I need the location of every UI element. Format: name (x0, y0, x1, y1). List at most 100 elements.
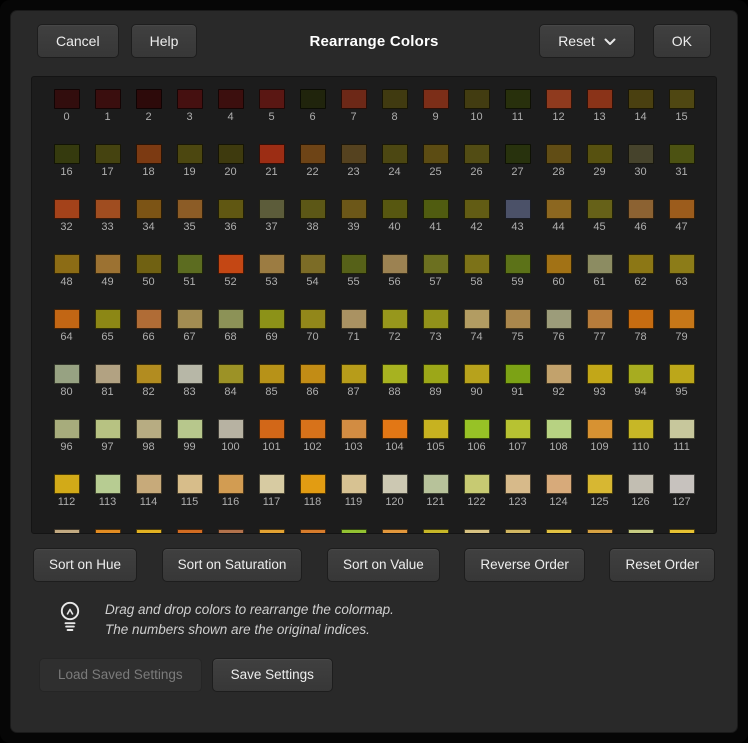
color-swatch[interactable] (341, 309, 367, 329)
color-swatch[interactable] (259, 529, 285, 534)
color-swatch[interactable] (341, 89, 367, 109)
color-swatch[interactable] (546, 419, 572, 439)
color-swatch[interactable] (464, 199, 490, 219)
color-swatch[interactable] (259, 89, 285, 109)
color-swatch[interactable] (341, 474, 367, 494)
color-swatch[interactable] (300, 419, 326, 439)
color-swatch[interactable] (300, 254, 326, 274)
color-swatch[interactable] (628, 364, 654, 384)
color-swatch[interactable] (95, 419, 121, 439)
color-swatch[interactable] (423, 199, 449, 219)
color-swatch[interactable] (341, 199, 367, 219)
color-swatch[interactable] (505, 254, 531, 274)
color-swatch[interactable] (382, 529, 408, 534)
color-swatch[interactable] (628, 89, 654, 109)
color-swatch[interactable] (136, 529, 162, 534)
color-swatch[interactable] (505, 144, 531, 164)
color-swatch[interactable] (341, 364, 367, 384)
color-swatch[interactable] (628, 474, 654, 494)
color-swatch[interactable] (341, 419, 367, 439)
color-swatch[interactable] (423, 474, 449, 494)
color-swatch[interactable] (423, 254, 449, 274)
color-swatch[interactable] (95, 199, 121, 219)
color-swatch[interactable] (546, 529, 572, 534)
color-swatch[interactable] (669, 474, 695, 494)
color-swatch[interactable] (54, 364, 80, 384)
cancel-button[interactable]: Cancel (37, 24, 119, 58)
color-swatch[interactable] (136, 144, 162, 164)
color-swatch[interactable] (464, 529, 490, 534)
colormap-panel[interactable]: 0123456789101112131415161718192021222324… (31, 76, 717, 534)
sort-on-hue-button[interactable]: Sort on Hue (33, 548, 137, 582)
reverse-order-button[interactable]: Reverse Order (464, 548, 585, 582)
color-swatch[interactable] (464, 474, 490, 494)
color-swatch[interactable] (587, 144, 613, 164)
color-swatch[interactable] (54, 199, 80, 219)
color-swatch[interactable] (136, 254, 162, 274)
color-swatch[interactable] (423, 144, 449, 164)
color-swatch[interactable] (177, 144, 203, 164)
color-swatch[interactable] (505, 309, 531, 329)
color-swatch[interactable] (423, 529, 449, 534)
color-swatch[interactable] (95, 529, 121, 534)
color-swatch[interactable] (218, 419, 244, 439)
color-swatch[interactable] (628, 309, 654, 329)
color-swatch[interactable] (300, 364, 326, 384)
color-swatch[interactable] (628, 199, 654, 219)
color-swatch[interactable] (177, 199, 203, 219)
save-settings-button[interactable]: Save Settings (212, 658, 333, 692)
color-swatch[interactable] (669, 254, 695, 274)
color-swatch[interactable] (505, 529, 531, 534)
color-swatch[interactable] (177, 89, 203, 109)
color-swatch[interactable] (177, 254, 203, 274)
color-swatch[interactable] (546, 474, 572, 494)
color-swatch[interactable] (464, 364, 490, 384)
color-swatch[interactable] (382, 199, 408, 219)
color-swatch[interactable] (505, 419, 531, 439)
color-swatch[interactable] (136, 89, 162, 109)
color-swatch[interactable] (136, 364, 162, 384)
sort-on-value-button[interactable]: Sort on Value (327, 548, 440, 582)
color-swatch[interactable] (587, 89, 613, 109)
color-swatch[interactable] (546, 364, 572, 384)
color-swatch[interactable] (54, 144, 80, 164)
color-swatch[interactable] (669, 364, 695, 384)
color-swatch[interactable] (505, 199, 531, 219)
color-swatch[interactable] (382, 309, 408, 329)
color-swatch[interactable] (628, 419, 654, 439)
color-swatch[interactable] (218, 254, 244, 274)
color-swatch[interactable] (546, 309, 572, 329)
color-swatch[interactable] (382, 364, 408, 384)
color-swatch[interactable] (546, 199, 572, 219)
ok-button[interactable]: OK (653, 24, 711, 58)
color-swatch[interactable] (300, 529, 326, 534)
color-swatch[interactable] (259, 199, 285, 219)
color-swatch[interactable] (669, 419, 695, 439)
color-swatch[interactable] (136, 309, 162, 329)
color-swatch[interactable] (218, 199, 244, 219)
color-swatch[interactable] (505, 364, 531, 384)
color-swatch[interactable] (218, 89, 244, 109)
color-swatch[interactable] (382, 144, 408, 164)
color-swatch[interactable] (259, 309, 285, 329)
color-swatch[interactable] (423, 419, 449, 439)
color-swatch[interactable] (669, 89, 695, 109)
color-swatch[interactable] (136, 419, 162, 439)
color-swatch[interactable] (587, 474, 613, 494)
color-swatch[interactable] (464, 309, 490, 329)
color-swatch[interactable] (587, 419, 613, 439)
color-swatch[interactable] (95, 364, 121, 384)
color-swatch[interactable] (464, 254, 490, 274)
reset-order-button[interactable]: Reset Order (609, 548, 715, 582)
color-swatch[interactable] (669, 144, 695, 164)
color-swatch[interactable] (95, 89, 121, 109)
color-swatch[interactable] (300, 309, 326, 329)
reset-dropdown-button[interactable]: Reset (539, 24, 635, 58)
color-swatch[interactable] (587, 254, 613, 274)
color-swatch[interactable] (628, 254, 654, 274)
color-swatch[interactable] (177, 529, 203, 534)
color-swatch[interactable] (464, 89, 490, 109)
color-swatch[interactable] (259, 254, 285, 274)
color-swatch[interactable] (300, 199, 326, 219)
color-swatch[interactable] (382, 89, 408, 109)
